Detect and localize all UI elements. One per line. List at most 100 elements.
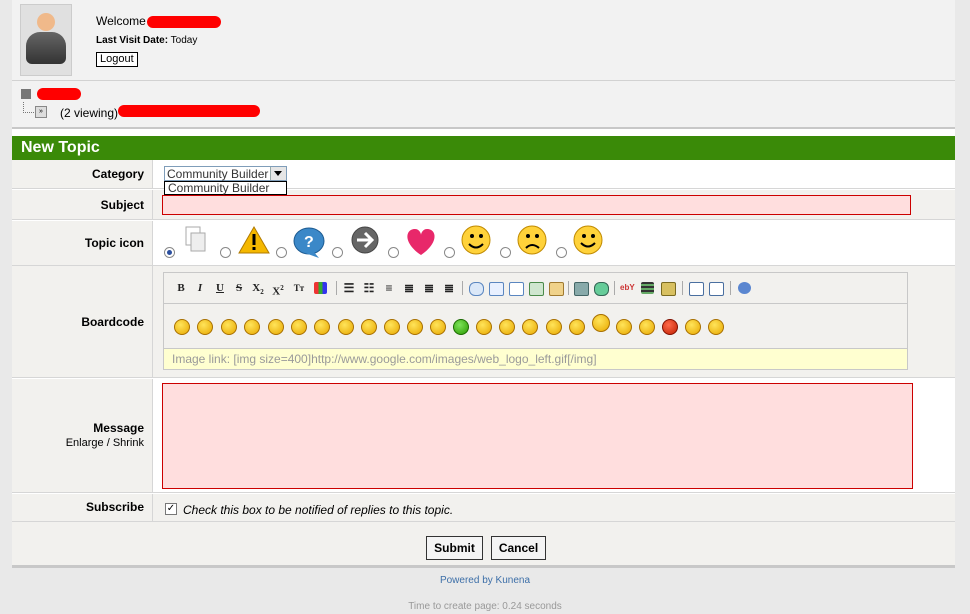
align-right-icon[interactable]: ≣ (442, 281, 456, 295)
toolbar-separator (682, 281, 683, 295)
toolbar-separator (730, 281, 731, 295)
category-select[interactable]: Community Builder (164, 166, 287, 181)
logout-button[interactable]: Logout (96, 52, 138, 67)
preview-bottom-icon[interactable] (689, 282, 704, 296)
image-icon[interactable] (574, 282, 589, 296)
category-label: Category (12, 160, 153, 188)
sad-icon (517, 225, 547, 255)
subscript-button[interactable]: X2 (251, 281, 265, 297)
topic-icon-radio-question[interactable] (276, 247, 287, 258)
help-icon[interactable] (738, 282, 751, 294)
powered-by-link[interactable]: Powered by Kunena (0, 575, 970, 586)
subject-input[interactable] (162, 195, 911, 215)
smiley-ooh-icon[interactable] (522, 319, 538, 335)
underline-button[interactable]: U (213, 281, 227, 295)
topic-icon-radio-grin[interactable] (444, 247, 455, 258)
smiley-sad-icon[interactable] (197, 319, 213, 335)
subscribe-label: Subscribe (12, 494, 153, 521)
table-icon[interactable] (509, 282, 524, 296)
unordered-list-icon[interactable]: ☰ (342, 281, 356, 295)
message-label: Message (93, 421, 144, 435)
smiley-confused-icon[interactable] (384, 319, 400, 335)
enlarge-link[interactable]: Enlarge (66, 437, 104, 449)
list-item-icon[interactable]: ≡ (382, 281, 396, 295)
color-palette-icon[interactable] (314, 282, 327, 294)
smiley-angry-icon[interactable] (314, 319, 330, 335)
smiley-shock-icon[interactable] (361, 319, 377, 335)
hide-icon[interactable] (549, 282, 564, 296)
page-icon (185, 226, 206, 252)
smiley-tongue-icon[interactable] (291, 319, 307, 335)
enlarge-separator: / (106, 437, 110, 449)
smiley-silly-icon[interactable] (616, 319, 632, 335)
chevron-down-icon[interactable] (270, 167, 286, 180)
strike-button[interactable]: S (232, 281, 246, 295)
cancel-button[interactable]: Cancel (491, 536, 546, 560)
smile-icon (573, 225, 603, 255)
link-icon[interactable] (594, 282, 609, 296)
code-icon[interactable] (489, 282, 504, 296)
category-row: Category Community Builder Community Bui… (12, 160, 955, 195)
smiley-smile-icon[interactable] (221, 319, 237, 335)
last-visit: Last Visit Date: Today (96, 35, 197, 46)
kunena-forum: Welcome Last Visit Date: Today Logout » … (12, 0, 955, 568)
pathway: » (2 viewing) (12, 81, 955, 129)
message-label-cell: Message Enlarge / Shrink (12, 379, 153, 492)
smiley-cool-icon[interactable] (174, 319, 190, 335)
subject-label: Subject (12, 190, 153, 219)
smiley-sick-icon[interactable] (453, 319, 469, 335)
ordered-list-icon[interactable]: ☷ (362, 281, 376, 295)
boardcode-label: Boardcode (12, 266, 153, 377)
italic-button[interactable]: I (193, 281, 207, 295)
smiley-devil-icon[interactable] (662, 319, 678, 335)
subscript-mark: 2 (260, 288, 264, 297)
smiley-grin-icon[interactable] (244, 319, 260, 335)
grin-icon (461, 225, 491, 255)
video-icon[interactable] (641, 282, 654, 294)
smiley-whistle-icon[interactable] (639, 319, 655, 335)
smiley-wink-icon[interactable] (268, 319, 284, 335)
subscribe-text: Check this box to be notified of replies… (183, 503, 454, 517)
question-icon: ? (293, 227, 325, 258)
subscribe-value: ✓ Check this box to be notified of repli… (153, 494, 955, 521)
avatar (20, 4, 72, 76)
spoiler-icon[interactable] (529, 282, 544, 296)
smiley-big-grin-icon[interactable] (592, 314, 610, 332)
preview-right-icon[interactable] (709, 282, 724, 296)
boardcode-help: Image link: [img size=400]http://www.goo… (164, 349, 907, 369)
shrink-link[interactable]: Shrink (113, 437, 144, 449)
map-icon[interactable] (661, 282, 676, 296)
align-left-icon[interactable]: ≣ (402, 281, 416, 295)
topic-icon-radio-heart[interactable] (388, 247, 399, 258)
ebay-icon[interactable]: ebY (620, 281, 635, 295)
topic-icon-radio-warning[interactable] (220, 247, 231, 258)
smiley-woohoo-icon[interactable] (685, 319, 701, 335)
superscript-button[interactable]: X2 (271, 281, 285, 298)
smiley-laugh-icon[interactable] (430, 319, 446, 335)
quote-icon[interactable] (469, 282, 484, 296)
smiley-x-icon[interactable] (708, 319, 724, 335)
topic-icon-radio-default[interactable] (164, 247, 175, 258)
redacted-category-link[interactable] (37, 88, 81, 100)
smiley-blush-icon[interactable] (338, 319, 354, 335)
boardcode-value: B I U S X2 X2 Tт ☰ ☷ ≡ ≣ ≣ ≣ ebY Image l… (153, 266, 955, 377)
bold-button[interactable]: B (174, 281, 188, 295)
redacted-viewers (118, 105, 260, 117)
smiley-kiss-icon[interactable] (476, 319, 492, 335)
smilies-bar (164, 304, 907, 349)
font-size-button[interactable]: Tт (292, 281, 306, 295)
category-option[interactable]: Community Builder (164, 181, 287, 195)
forum-icon (21, 89, 31, 99)
submit-button[interactable]: Submit (426, 536, 483, 560)
topic-icon-radio-arrow[interactable] (332, 247, 343, 258)
subscribe-checkbox[interactable]: ✓ (165, 503, 177, 515)
topic-icon-radio-smile[interactable] (556, 247, 567, 258)
smiley-dizzy-icon[interactable] (407, 319, 423, 335)
toolbar-separator (614, 281, 615, 295)
smiley-blink-icon[interactable] (546, 319, 562, 335)
smiley-rolleyes-icon[interactable] (499, 319, 515, 335)
topic-icon-radio-sad[interactable] (500, 247, 511, 258)
align-center-icon[interactable]: ≣ (422, 281, 436, 295)
message-textarea[interactable] (162, 383, 913, 489)
smiley-pinch-icon[interactable] (569, 319, 585, 335)
